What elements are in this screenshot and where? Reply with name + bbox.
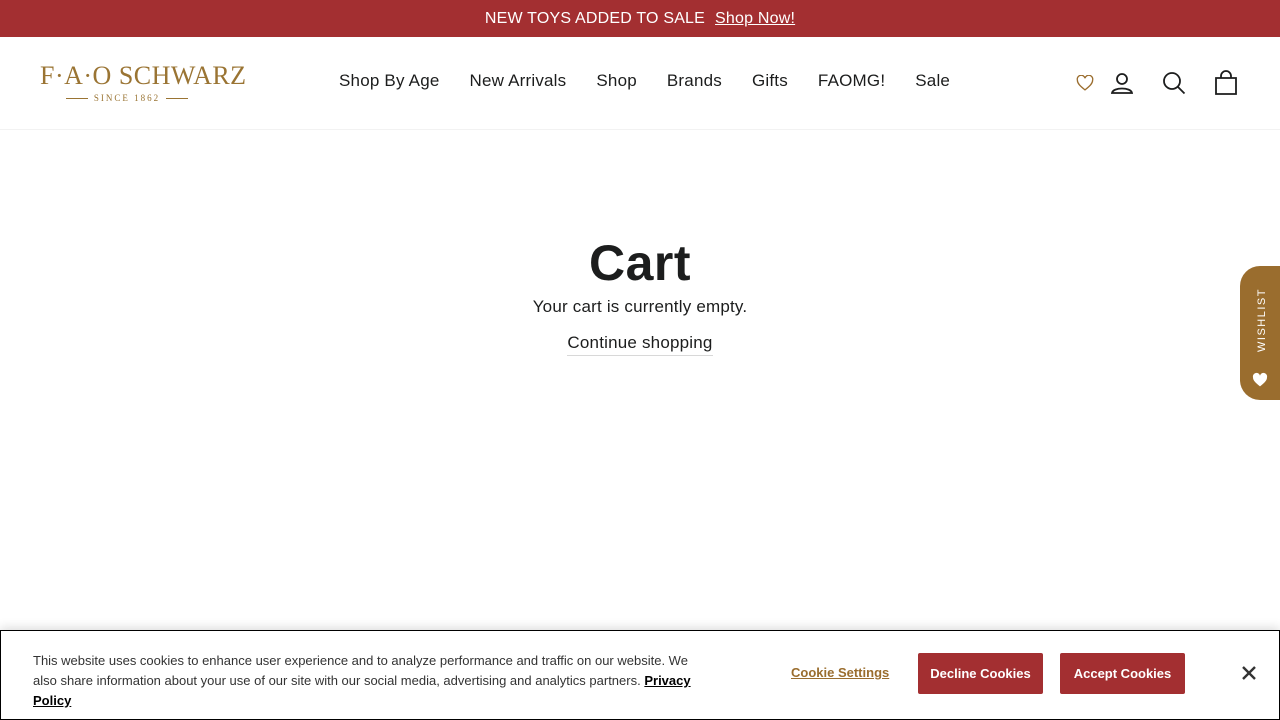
cookie-message: This website uses cookies to enhance use… xyxy=(33,651,713,711)
logo-rule-right xyxy=(166,97,189,99)
nav-sale[interactable]: Sale xyxy=(900,71,965,91)
cart-main: Cart Your cart is currently empty. Conti… xyxy=(0,230,1280,356)
nav-shop-by-age[interactable]: Shop By Age xyxy=(324,71,455,91)
accept-cookies-button[interactable]: Accept Cookies xyxy=(1060,653,1185,694)
nav-gifts[interactable]: Gifts xyxy=(737,71,803,91)
cookie-settings-link[interactable]: Cookie Settings xyxy=(791,665,889,680)
wishlist-tab-label: WISHLIST xyxy=(1256,288,1268,352)
announcement-text: NEW TOYS ADDED TO SALE xyxy=(484,9,706,27)
search-icon[interactable] xyxy=(1160,67,1188,99)
account-icon[interactable] xyxy=(1108,67,1136,99)
cookie-message-text: This website uses cookies to enhance use… xyxy=(33,653,688,688)
logo-tagline: SINCE 1862 xyxy=(93,93,161,103)
nav-brands[interactable]: Brands xyxy=(652,71,737,91)
heart-filled-icon xyxy=(1252,372,1268,388)
nav-shop[interactable]: Shop xyxy=(581,71,652,91)
announcement-bar: NEW TOYS ADDED TO SALE Shop Now! xyxy=(0,0,1280,37)
decline-cookies-button[interactable]: Decline Cookies xyxy=(918,653,1043,694)
heart-icon[interactable] xyxy=(1072,67,1098,99)
nav-new-arrivals[interactable]: New Arrivals xyxy=(455,71,582,91)
logo-wordmark: F·A·O SCHWARZ xyxy=(40,61,247,90)
continue-shopping-link[interactable]: Continue shopping xyxy=(567,333,713,356)
site-header: F·A·O SCHWARZ SINCE 1862 Shop By Age New… xyxy=(0,37,1280,130)
close-icon[interactable] xyxy=(1237,661,1261,685)
page-title: Cart xyxy=(588,235,692,291)
nav-faomg[interactable]: FAOMG! xyxy=(803,71,900,91)
logo-rule-left xyxy=(65,97,88,99)
shop-now-link[interactable]: Shop Now! xyxy=(715,10,795,28)
main-nav: Shop By Age New Arrivals Shop Brands Gif… xyxy=(324,71,965,91)
cart-icon[interactable] xyxy=(1212,67,1240,99)
fao-schwarz-logo[interactable]: F·A·O SCHWARZ SINCE 1862 xyxy=(40,61,247,104)
logo-tagline-row: SINCE 1862 xyxy=(62,93,192,103)
cookie-consent-banner: This website uses cookies to enhance use… xyxy=(0,630,1280,720)
wishlist-side-tab[interactable]: WISHLIST xyxy=(1240,266,1280,400)
empty-cart-message: Your cart is currently empty. xyxy=(532,297,748,316)
